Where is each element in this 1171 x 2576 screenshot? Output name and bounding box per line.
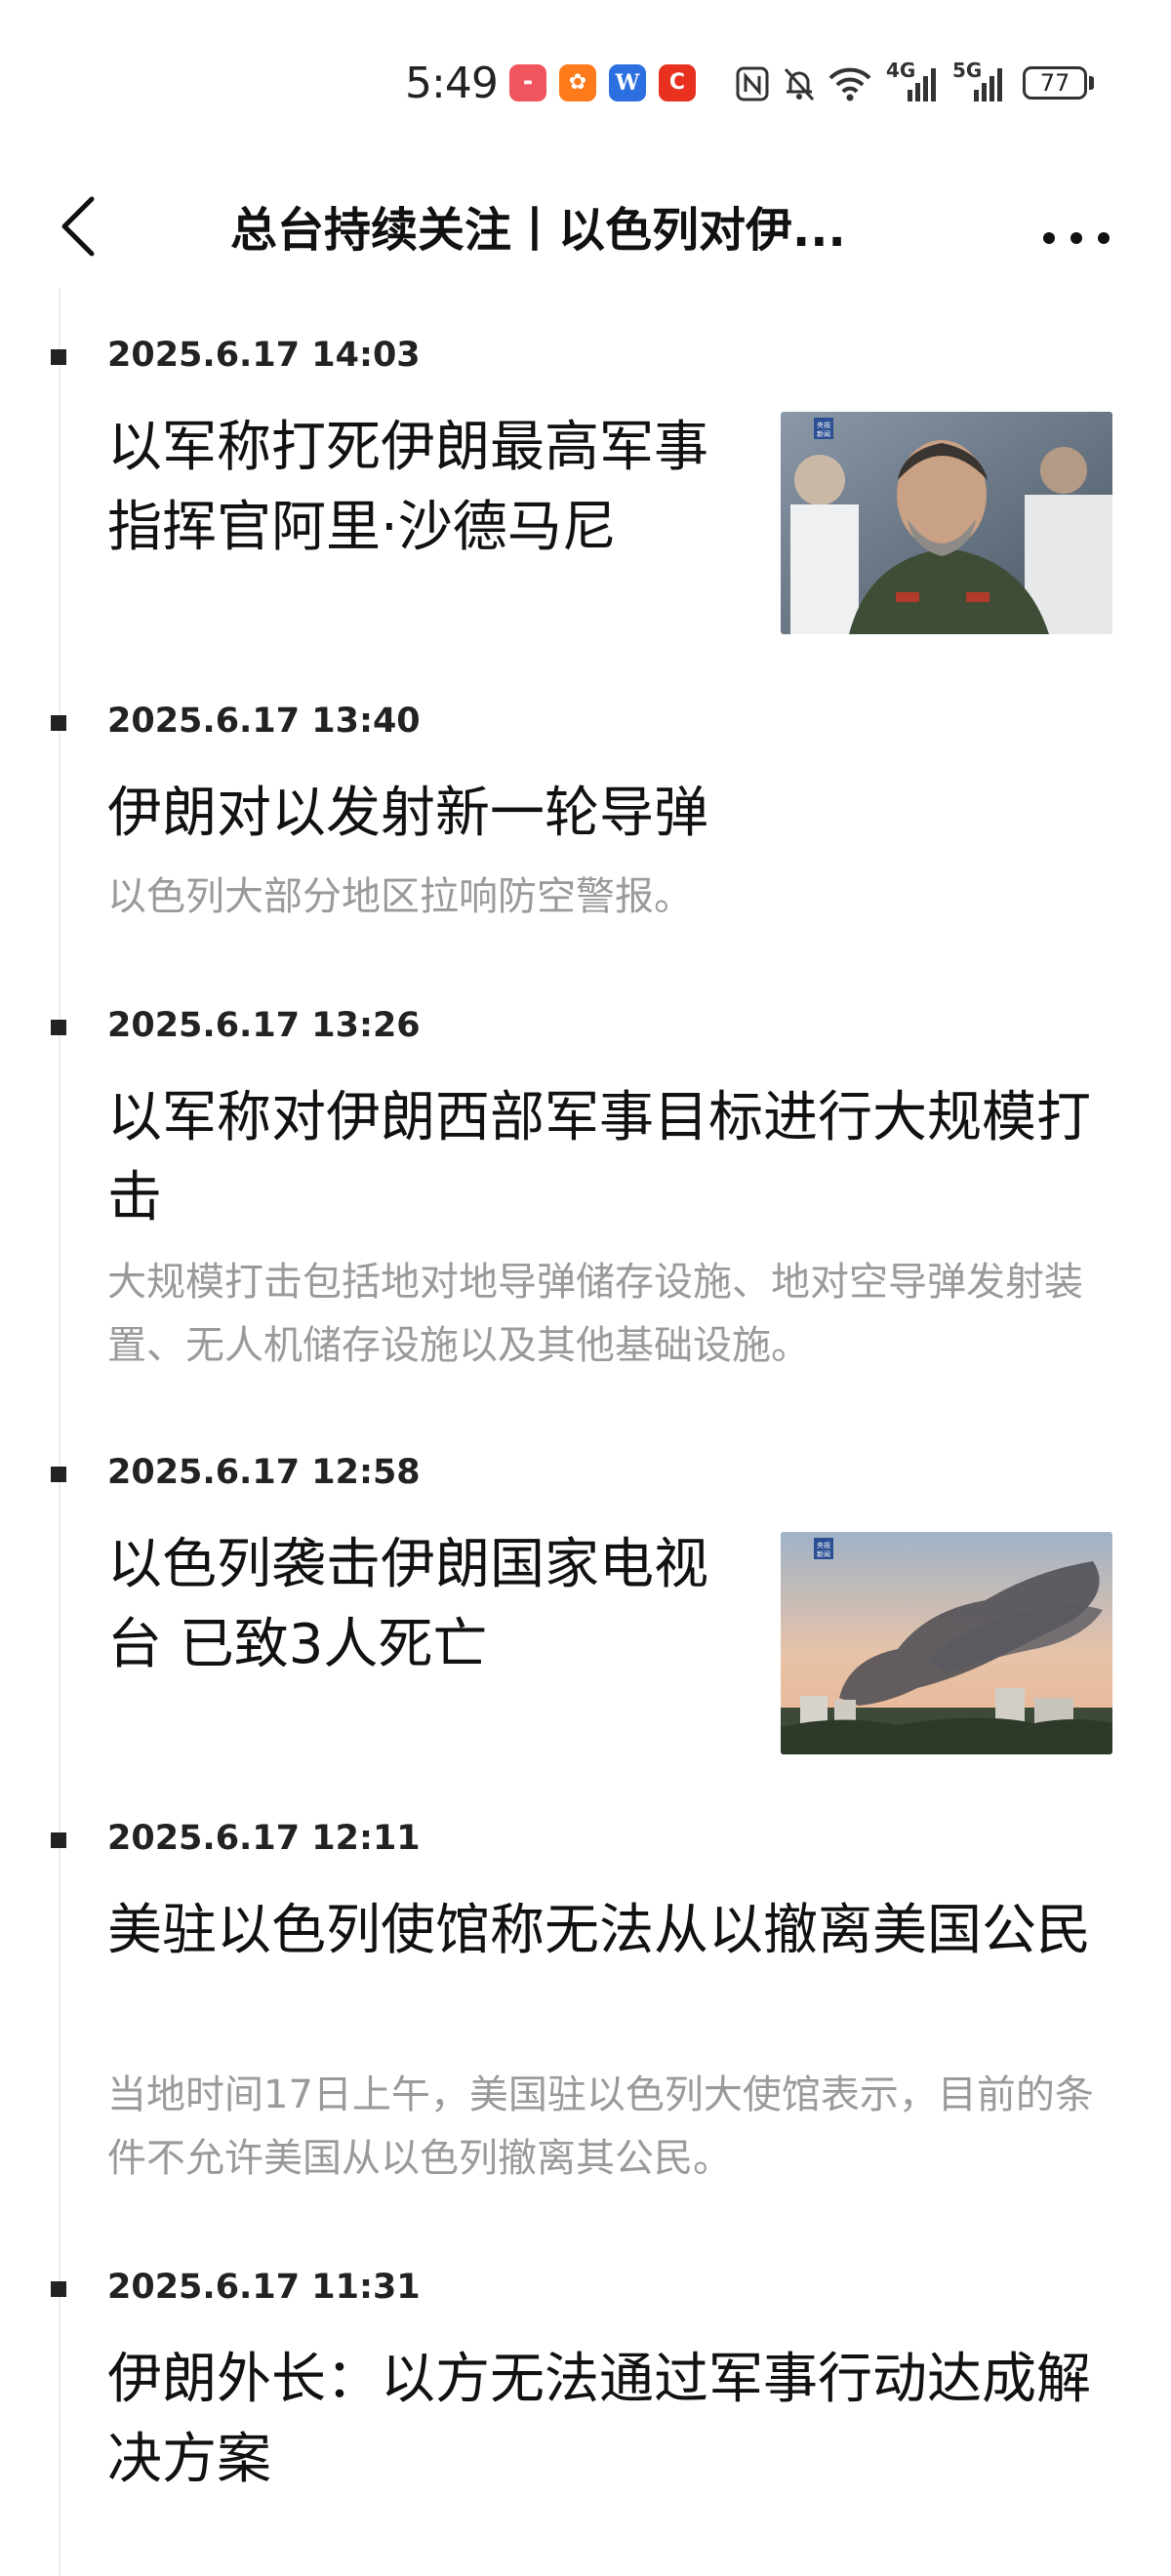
entry-headline[interactable]: 伊朗对以发射新一轮导弹	[107, 774, 1122, 854]
news-entry[interactable]: 2025.6.17 11:31 伊朗外长：以方无法通过军事行动达成解决方案	[0, 2254, 1171, 2547]
timeline-bullet	[51, 715, 66, 731]
timeline-bullet	[51, 1832, 66, 1848]
entry-timestamp: 2025.6.17 12:58	[107, 1453, 421, 1492]
entry-headline[interactable]: 美驻以色列使馆称无法从以撤离美国公民	[107, 1891, 1122, 1971]
entry-thumbnail-smoke-photo[interactable]: 央视 新闻	[781, 1532, 1112, 1754]
page-title: 总台持续关注丨以色列对伊...	[230, 203, 846, 258]
5g-signal-icon	[974, 68, 1002, 101]
entry-headline[interactable]: 伊朗外长：以方无法通过军事行动达成解决方案	[107, 2340, 1122, 2500]
timeline-bullet	[51, 1020, 66, 1035]
entry-timestamp: 2025.6.17 13:40	[107, 702, 421, 741]
huawei-app-icon: ▬	[509, 64, 546, 101]
svg-text:新闻: 新闻	[817, 1550, 830, 1558]
timeline-bullet	[51, 349, 66, 365]
battery-tip	[1089, 76, 1094, 90]
thumbnail-watermark: 央视	[817, 421, 830, 429]
more-options-button[interactable]	[1034, 185, 1122, 263]
entry-summary: 以色列大部分地区拉响防空警报。	[107, 874, 693, 919]
news-entry[interactable]: 2025.6.17 13:26 以军称对伊朗西部军事目标进行大规模打击 大规模打…	[0, 992, 1171, 1402]
status-bar: 5:49 ▬ ✿ W C 4G 5G 77	[0, 0, 1171, 166]
timeline-bullet	[51, 1467, 66, 1482]
entry-summary: 大规模打击包括地对地导弹储存设施、地对空导弹发射装置、无人机储存设施以及其他基础…	[107, 1260, 1083, 1368]
top-navigation-bar: 总台持续关注丨以色列对伊...	[0, 166, 1171, 283]
svg-text:新闻: 新闻	[817, 429, 830, 438]
back-button[interactable]	[49, 185, 117, 263]
entry-summary: 当地时间17日上午，美国驻以色列大使馆表示，目前的条件不允许美国从以色列撤离其公…	[107, 2073, 1094, 2181]
status-time: 5:49	[405, 59, 499, 108]
entry-headline[interactable]: 以色列袭击伊朗国家电视台 已致3人死亡	[107, 1525, 761, 1685]
svg-text:央视: 央视	[817, 1541, 830, 1550]
more-dots-icon	[1043, 232, 1110, 244]
c-app-icon: C	[659, 64, 696, 101]
entry-timestamp: 2025.6.17 13:26	[107, 1006, 421, 1045]
news-entry[interactable]: 2025.6.17 13:40 伊朗对以发射新一轮导弹 以色列大部分地区拉响防空…	[0, 688, 1171, 961]
4g-signal-icon	[908, 68, 936, 101]
battery-indicator: 77	[1023, 66, 1087, 100]
entry-headline[interactable]: 以军称打死伊朗最高军事指挥官阿里·沙德马尼	[107, 408, 761, 568]
entry-timestamp: 2025.6.17 12:11	[107, 1819, 421, 1858]
news-entry[interactable]: 2025.6.17 12:11 美驻以色列使馆称无法从以撤离美国公民 当地时间1…	[0, 1805, 1171, 2215]
mute-icon	[784, 67, 815, 101]
entry-timestamp: 2025.6.17 14:03	[107, 336, 421, 375]
entry-headline[interactable]: 以军称对伊朗西部军事目标进行大规模打击	[107, 1078, 1122, 1238]
entry-thumbnail-commander-photo[interactable]: 央视 新闻	[781, 412, 1112, 634]
shopping-app-icon: ✿	[559, 64, 596, 101]
nfc-icon	[736, 66, 769, 101]
news-entry[interactable]: 2025.6.17 14:03 以军称打死伊朗最高军事指挥官阿里·沙德马尼 央视…	[0, 322, 1171, 654]
chevron-left-icon	[61, 196, 95, 257]
word-app-icon: W	[609, 64, 646, 101]
wifi-icon	[828, 67, 871, 101]
news-entry[interactable]: 2025.6.17 12:58 以色列袭击伊朗国家电视台 已致3人死亡 央视 新…	[0, 1439, 1171, 1771]
entry-timestamp: 2025.6.17 11:31	[107, 2268, 421, 2307]
timeline-bullet	[51, 2281, 66, 2297]
